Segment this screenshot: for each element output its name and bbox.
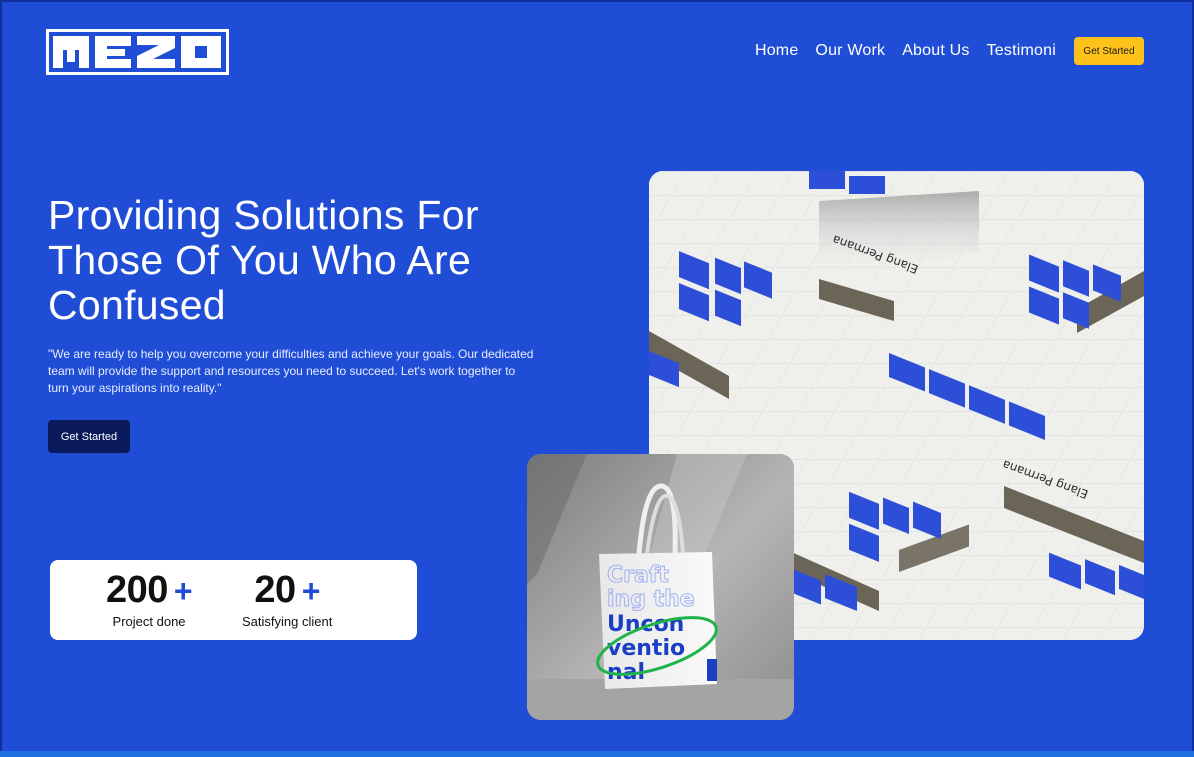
- hero-get-started-button[interactable]: Get Started: [48, 420, 130, 453]
- main-nav: Home Our Work About Us Testimoni Get Sta…: [755, 37, 1144, 65]
- nav-our-work[interactable]: Our Work: [815, 42, 885, 60]
- stat-projects: 200 + Project done: [106, 568, 193, 629]
- nav-get-started-button[interactable]: Get Started: [1074, 37, 1144, 65]
- stat-projects-value-row: 200 +: [106, 568, 193, 613]
- stat-clients-value-row: 20 +: [242, 568, 332, 613]
- stat-clients-value: 20: [254, 569, 296, 611]
- stat-clients: 20 + Satisfying client: [242, 568, 332, 629]
- stat-projects-label: Project done: [112, 614, 186, 629]
- tote-text-3: Uncon: [607, 612, 684, 637]
- bottom-border: [0, 751, 1194, 757]
- nav-about-us[interactable]: About Us: [902, 42, 969, 60]
- stat-clients-label: Satisfying client: [242, 614, 333, 629]
- nav-home[interactable]: Home: [755, 42, 798, 60]
- mezo-logo[interactable]: [46, 29, 229, 75]
- stat-clients-plus: +: [301, 573, 321, 609]
- tote-text-2: ing the: [607, 587, 695, 612]
- tote-bag-mockup-image: Craft ing the Uncon ventio nal: [527, 454, 794, 720]
- stat-projects-value: 200: [106, 569, 168, 611]
- stats-card: 200 + Project done 20 + Satisfying client: [50, 560, 417, 640]
- stat-projects-plus: +: [173, 573, 193, 609]
- hero-title: Providing Solutions For Those Of You Who…: [48, 192, 479, 328]
- logo-glyphs: [49, 32, 226, 72]
- hero-description: "We are ready to help you overcome your …: [48, 347, 534, 395]
- tote-text-1: Craft: [607, 563, 669, 588]
- nav-testimoni[interactable]: Testimoni: [987, 42, 1056, 60]
